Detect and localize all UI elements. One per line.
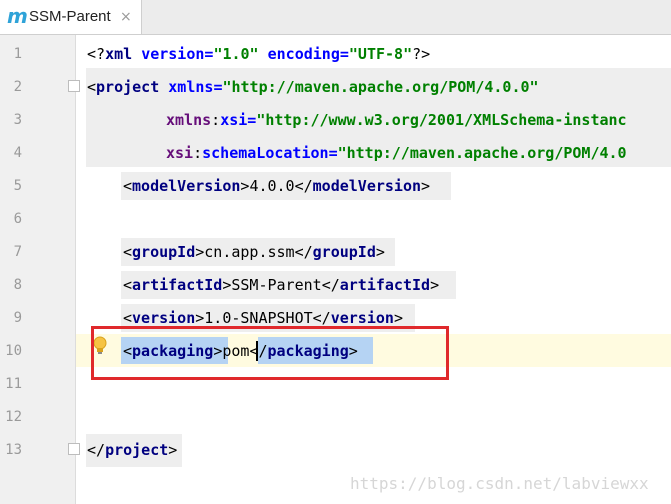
code-line-1[interactable]: <?xml version="1.0" encoding="UTF-8"?> (87, 44, 430, 64)
code-line-3[interactable]: xmlns:xsi="http://www.w3.org/2001/XMLSch… (166, 110, 627, 130)
line-number: 3 (13, 112, 22, 128)
line-number: 2 (13, 79, 22, 95)
xml-decl-name: xml (105, 45, 133, 63)
tag-name: project (96, 78, 160, 96)
annotation-box (91, 326, 449, 380)
tag-name: groupId (312, 243, 376, 261)
namespace-prefix: xmlns (166, 111, 212, 129)
colon: : (211, 111, 221, 129)
tag-name: version (132, 309, 196, 327)
equals: = (328, 144, 338, 162)
attr-name: encoding (267, 45, 340, 63)
attr-value: "1.0" (213, 45, 259, 63)
code-line-8[interactable]: <artifactId>SSM-Parent</artifactId> (123, 275, 439, 295)
tag-bracket: < (87, 78, 97, 96)
tag-text: 1.0-SNAPSHOT (204, 309, 313, 327)
tag-text: SSM-Parent (231, 276, 322, 294)
line-number: 11 (5, 376, 22, 392)
fold-marker-icon[interactable] (68, 80, 80, 92)
tag-text: 4.0.0 (249, 177, 295, 195)
code-line-5[interactable]: <modelVersion>4.0.0</modelVersion> (123, 176, 430, 196)
equals: = (339, 45, 349, 63)
tag-name: project (105, 441, 169, 459)
line-number: 9 (13, 310, 22, 326)
attr-value: "http://maven.apache.org/POM/4.0.0" (222, 78, 539, 96)
line-number: 10 (5, 343, 22, 359)
line-number: 7 (13, 244, 22, 260)
attr-value: "UTF-8" (348, 45, 413, 63)
attr-name: xsi (220, 111, 248, 129)
colon: : (193, 144, 203, 162)
line-number: 5 (13, 178, 22, 194)
watermark: https://blog.csdn.net/labviewxx (350, 474, 649, 493)
xml-decl-close: ?> (412, 45, 431, 63)
attr-value: "http://www.w3.org/2001/XMLSchema-instan… (256, 111, 627, 129)
attr-name: xmlns (168, 78, 214, 96)
attr-name: version (141, 45, 205, 63)
line-number: 6 (13, 211, 22, 227)
attr-value: "http://maven.apache.org/POM/4.0 (337, 144, 627, 162)
line-number: 13 (5, 442, 22, 458)
attr-name: schemaLocation (202, 144, 329, 162)
tag-name: version (330, 309, 394, 327)
tag-name: artifactId (132, 276, 223, 294)
code-line-9[interactable]: <version>1.0-SNAPSHOT</version> (123, 308, 403, 328)
tag-name: artifactId (339, 276, 431, 294)
xml-decl-open: <? (87, 45, 106, 63)
code-line-4[interactable]: xsi:schemaLocation="http://maven.apache.… (166, 143, 627, 163)
editor-tab-bar: m SSM-Parent × (0, 0, 671, 35)
tag-text: cn.app.ssm (204, 243, 295, 261)
tag-name: modelVersion (312, 177, 422, 195)
tag-name: groupId (132, 243, 196, 261)
close-icon[interactable]: × (120, 7, 132, 27)
namespace-prefix: xsi (166, 144, 194, 162)
line-number-gutter[interactable] (0, 35, 76, 504)
tab-ssm-parent[interactable]: m SSM-Parent × (0, 0, 142, 34)
tag-name: modelVersion (132, 177, 241, 195)
maven-file-icon: m (7, 4, 28, 28)
equals: = (247, 111, 257, 129)
line-number: 1 (13, 46, 22, 62)
code-line-2[interactable]: <project xmlns="http://maven.apache.org/… (87, 77, 539, 97)
tab-title: SSM-Parent (29, 8, 111, 25)
code-line-13[interactable]: </project> (87, 440, 177, 460)
line-number: 4 (13, 145, 22, 161)
line-number: 12 (5, 409, 22, 425)
fold-marker-icon[interactable] (68, 443, 80, 455)
code-line-7[interactable]: <groupId>cn.app.ssm</groupId> (123, 242, 385, 262)
line-number: 8 (13, 277, 22, 293)
